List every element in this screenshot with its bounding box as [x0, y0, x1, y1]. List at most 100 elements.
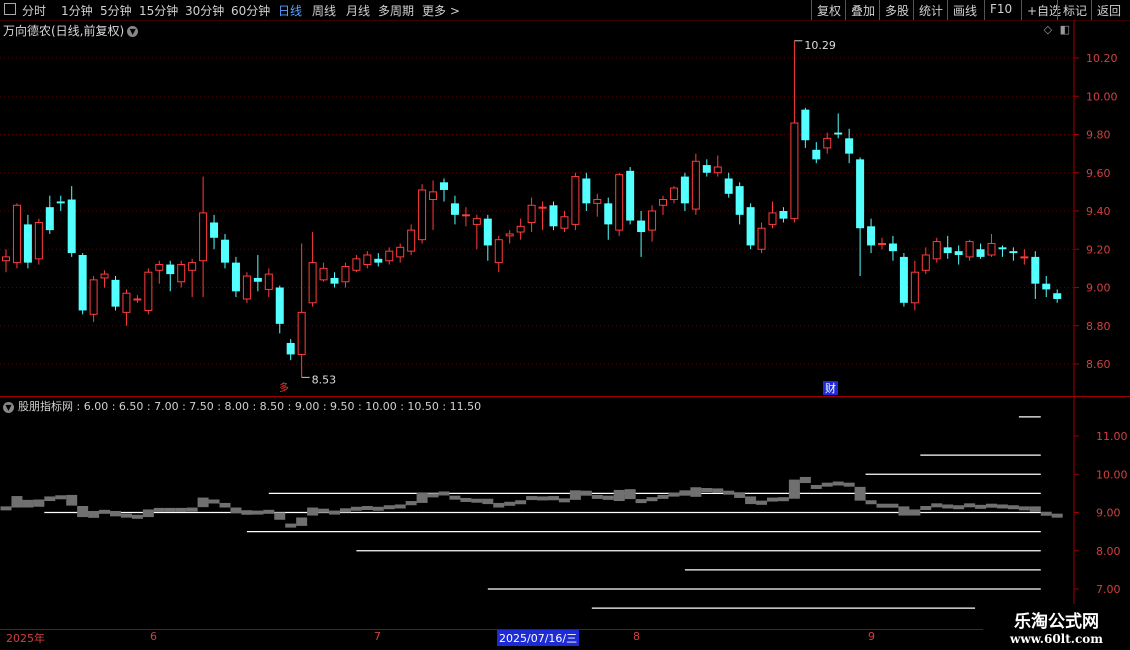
ind-bar-27: [296, 517, 308, 526]
ind-bar-55: [602, 495, 614, 500]
candle-body-69: [757, 227, 766, 250]
candle-body-86: [943, 247, 952, 254]
candle-body-65: [713, 166, 722, 174]
candle-body-52: [571, 176, 580, 225]
candle-body-68: [746, 207, 755, 246]
ind-bar-1: [11, 496, 23, 508]
candle-body-83: [910, 271, 919, 304]
ind-bar-19: [208, 499, 220, 504]
ind-bar-9: [99, 509, 111, 514]
ind-bar-15: [164, 507, 176, 512]
ind-bar-44: [482, 498, 494, 505]
watermark: 乐淘公式网 www.60lt.com: [983, 604, 1130, 650]
ind-bar-24: [263, 509, 275, 514]
ind-bar-25: [274, 512, 286, 520]
candle-body-43: [472, 218, 481, 225]
ind-bar-77: [843, 482, 855, 487]
candle-body-5: [56, 201, 65, 204]
ind-bar-12: [131, 514, 143, 519]
ind-bar-64: [701, 488, 713, 493]
candle-body-35: [385, 250, 394, 262]
ind-bar-32: [350, 506, 362, 511]
candle-body-14: [155, 264, 164, 271]
candle-body-27: [297, 311, 306, 355]
candle-body-54: [593, 199, 602, 204]
candle-body-3: [34, 221, 43, 260]
ind-bar-50: [548, 496, 559, 501]
ind-bar-34: [372, 506, 384, 511]
candle-body-1: [12, 204, 21, 264]
ind-bar-83: [909, 509, 921, 516]
ind-label-4: 11.00: [1096, 430, 1128, 443]
ind-bar-81: [887, 503, 899, 508]
fin-marker: 财: [825, 381, 836, 395]
candle-body-82: [899, 256, 908, 303]
ind-bar-16: [175, 507, 187, 512]
candle-body-46: [505, 233, 514, 237]
low-label: 8.53: [312, 373, 337, 386]
ind-bar-18: [197, 497, 209, 508]
price-label-8: 10.20: [1086, 52, 1118, 65]
candle-body-81: [888, 243, 897, 252]
ind-bar-29: [318, 508, 330, 513]
candle-body-33: [363, 254, 372, 266]
candle-body-13: [144, 271, 153, 311]
ind-bar-8: [88, 510, 100, 518]
ind-bar-76: [832, 481, 844, 486]
ind-bar-40: [438, 491, 450, 496]
x-label-8: 8: [633, 630, 640, 643]
high-label: 10.29: [804, 39, 836, 52]
ind-bar-47: [515, 500, 527, 505]
candle-body-73: [801, 109, 810, 141]
ind-bar-54: [591, 494, 603, 499]
kline-chart[interactable]: 8.60 8.80 9.00 9.20 9.40 9.60 9.80 10.00 10.20 10…: [0, 0, 1130, 650]
candle-body-18: [199, 212, 208, 262]
chevron-down-icon[interactable]: ▼: [3, 401, 14, 413]
candle-body-12: [133, 298, 142, 301]
x-label-year: 2025年: [6, 632, 45, 645]
price-label-5: 9.60: [1086, 167, 1111, 180]
ind-bar-79: [865, 500, 877, 505]
candle-body-64: [702, 165, 711, 173]
candle-body-20: [221, 239, 229, 263]
ind-bar-21: [230, 507, 242, 514]
ind-label-3: 10.00: [1096, 468, 1128, 481]
ind-bar-11: [120, 513, 132, 518]
ind-bar-72: [788, 479, 800, 499]
candle-body-34: [374, 258, 383, 263]
ind-bar-68: [745, 496, 757, 505]
candle-body-71: [779, 211, 788, 219]
ind-bar-17: [186, 507, 198, 512]
ind-bar-57: [624, 489, 636, 500]
ind-bar-56: [613, 489, 625, 502]
ind-bar-59: [646, 497, 658, 502]
candle-body-48: [527, 204, 536, 223]
candle-body-25: [275, 287, 284, 324]
ind-bar-42: [460, 497, 472, 502]
candle-body-44: [483, 218, 492, 246]
ind-bar-91: [996, 504, 1008, 509]
ind-bar-31: [339, 508, 351, 513]
candle-body-58: [637, 220, 646, 233]
ind-bar-39: [427, 493, 439, 498]
candle-body-4: [45, 207, 54, 231]
ind-bar-82: [898, 506, 910, 516]
candle-body-80: [878, 243, 886, 246]
candle-body-77: [845, 138, 854, 154]
candle-body-56: [615, 174, 624, 231]
candle-body-89: [976, 249, 985, 257]
candle-body-84: [921, 254, 930, 271]
left-marker: 多: [279, 381, 289, 394]
ind-bar-33: [361, 505, 373, 510]
candle-body-39: [429, 191, 438, 201]
candle-body-21: [231, 262, 240, 292]
candle-body-16: [177, 264, 186, 283]
candle-body-26: [286, 342, 295, 355]
candle-body-17: [188, 262, 197, 271]
candle-body-85: [932, 241, 941, 260]
candle-body-60: [659, 199, 667, 206]
ind-bar-89: [975, 504, 987, 509]
ind-bar-94: [1029, 506, 1041, 512]
ind-bar-70: [767, 497, 778, 502]
indicator-label: 股朋指标网 : 6.00 : 6.50 : 7.00 : 7.50 : 8.00…: [18, 400, 482, 413]
